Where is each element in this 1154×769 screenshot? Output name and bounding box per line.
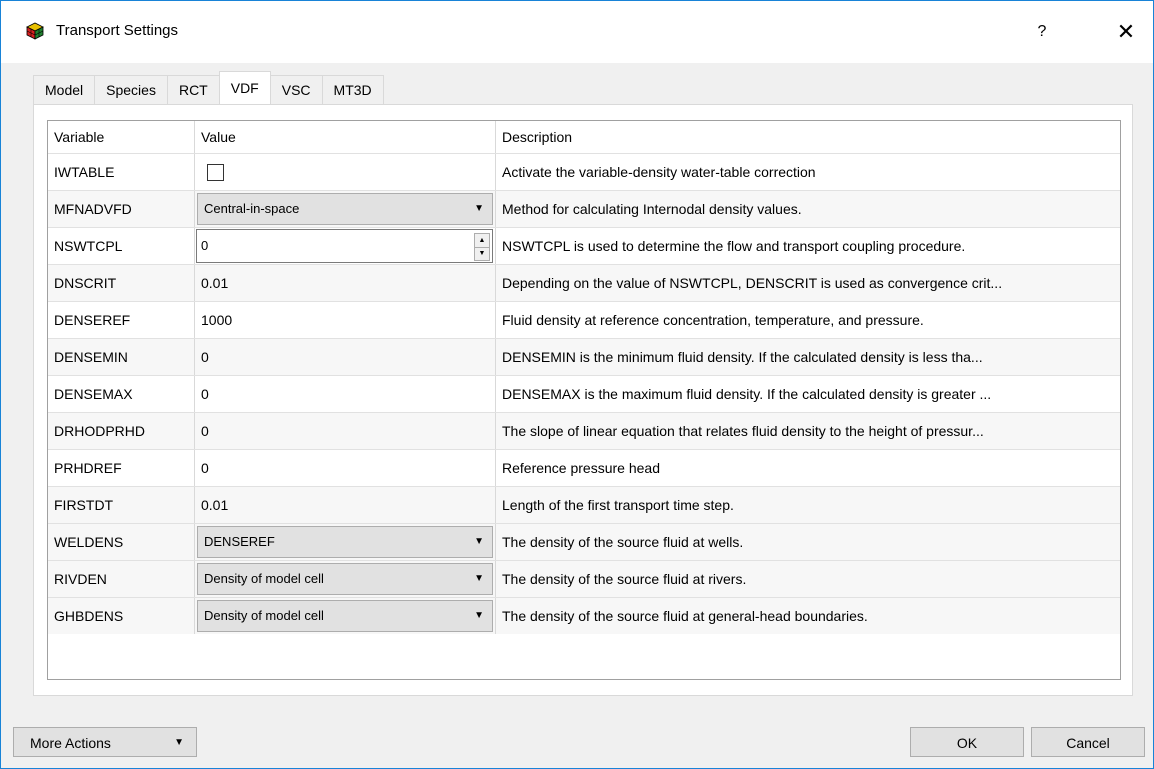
description-cell: The slope of linear equation that relate… [502,423,984,439]
variable-cell: DENSEMIN [48,339,195,375]
description-cell: The density of the source fluid at river… [502,571,747,587]
value-spinbox[interactable]: 0 ▲ ▼ [196,229,493,263]
dropdown-arrow-icon[interactable]: ▼ [474,194,484,224]
table-row: NSWTCPL 0 ▲ ▼ NSWTCPL is used to determine t… [48,227,1120,264]
table-row: DENSEMIN 0 DENSEMIN is the minimum fluid d… [48,338,1120,375]
value-dropdown[interactable]: Density of model cell ▼ [197,563,493,595]
variable-cell: MFNADVFD [48,191,195,227]
description-cell: Method for calculating Internodal densit… [502,201,802,217]
description-cell: Depending on the value of NSWTCPL, DENSC… [502,275,1003,291]
settings-grid: Variable Value Description IWTABLE Activa… [47,120,1121,680]
transport-settings-dialog: Transport Settings ? ✕ Model Species RCT… [0,0,1154,769]
dropdown-arrow-icon[interactable]: ▼ [474,601,484,631]
close-button[interactable]: ✕ [1111,17,1141,47]
header-value[interactable]: Value [195,121,496,153]
spinbox-value: 0 [201,238,209,253]
dropdown-value: DENSEREF [204,534,275,549]
value-dropdown[interactable]: Density of model cell ▼ [197,600,493,632]
value-cell[interactable]: DENSEREF ▼ [195,524,496,560]
variable-cell: DRHODPRHD [48,413,195,449]
tab-bar: Model Species RCT VDF VSC MT3D [33,71,384,104]
title-bar: Transport Settings ? ✕ [1,1,1153,63]
description-cell: DENSEMIN is the minimum fluid density. I… [502,349,983,365]
description-cell: Length of the first transport time step. [502,497,734,513]
chevron-down-icon: ▼ [174,737,184,748]
tab-mt3d[interactable]: MT3D [321,75,384,104]
dialog-title: Transport Settings [56,22,178,39]
more-actions-label: More Actions [30,735,111,751]
value-cell[interactable] [195,154,496,190]
value-cell[interactable]: 0.01 [195,265,496,301]
grid-header: Variable Value Description [48,121,1120,153]
tab-rct[interactable]: RCT [166,75,220,104]
header-variable[interactable]: Variable [48,121,195,153]
value-cell[interactable]: 0 [195,413,496,449]
variable-cell: IWTABLE [48,154,195,190]
help-button[interactable]: ? [1027,17,1057,47]
spin-up-icon[interactable]: ▲ [475,234,489,248]
value-cell[interactable]: 1000 [195,302,496,338]
tab-vsc[interactable]: VSC [269,75,323,104]
table-row: DENSEREF 1000 Fluid density at reference c… [48,301,1120,338]
value-cell[interactable]: 0 [195,450,496,486]
variable-cell: DNSCRIT [48,265,195,301]
table-row: PRHDREF 0 Reference pressure head [48,449,1120,486]
checkbox[interactable] [207,164,224,181]
spin-buttons: ▲ ▼ [474,233,490,261]
description-cell: DENSEMAX is the maximum fluid density. I… [502,386,992,402]
table-row: MFNADVFD Central-in-space ▼ Method for calc… [48,190,1120,227]
variable-cell: DENSEMAX [48,376,195,412]
variable-cell: FIRSTDT [48,487,195,523]
value-cell[interactable]: Central-in-space ▼ [195,191,496,227]
description-cell: NSWTCPL is used to determine the flow an… [502,238,966,254]
table-row: GHBDENS Density of model cell ▼ The density… [48,597,1120,634]
dropdown-value: Central-in-space [204,201,300,216]
tab-model[interactable]: Model [33,75,96,104]
description-cell: Fluid density at reference concentration… [502,312,924,328]
more-actions-button[interactable]: More Actions ▼ [13,727,197,757]
header-description[interactable]: Description [496,121,1120,153]
variable-cell: NSWTCPL [48,228,195,264]
table-row: FIRSTDT 0.01 Length of the first transport… [48,486,1120,523]
spin-down-icon[interactable]: ▼ [475,247,489,260]
dropdown-value: Density of model cell [204,571,324,586]
value-cell[interactable]: 0 [195,339,496,375]
value-cell[interactable]: 0.01 [195,487,496,523]
vdf-tab-panel: Variable Value Description IWTABLE Activa… [33,104,1133,696]
description-cell: Reference pressure head [502,460,660,476]
table-row: DRHODPRHD 0 The slope of linear equation t… [48,412,1120,449]
value-cell[interactable]: 0 ▲ ▼ [195,228,496,264]
value-cell[interactable]: 0 [195,376,496,412]
app-cube-icon [26,22,44,40]
value-cell[interactable]: Density of model cell ▼ [195,561,496,597]
ok-button[interactable]: OK [910,727,1024,757]
dropdown-value: Density of model cell [204,608,324,623]
variable-cell: RIVDEN [48,561,195,597]
tab-vdf[interactable]: VDF [218,71,271,104]
description-cell: Activate the variable-density water-tabl… [502,164,816,180]
tab-species[interactable]: Species [94,75,168,104]
table-row: WELDENS DENSEREF ▼ The density of the sourc… [48,523,1120,560]
table-row: IWTABLE Activate the variable-density wat… [48,153,1120,190]
variable-cell: DENSEREF [48,302,195,338]
value-dropdown[interactable]: DENSEREF ▼ [197,526,493,558]
dropdown-arrow-icon[interactable]: ▼ [474,564,484,594]
variable-cell: PRHDREF [48,450,195,486]
description-cell: The density of the source fluid at wells… [502,534,744,550]
table-row: DNSCRIT 0.01 Depending on the value of NSW… [48,264,1120,301]
variable-cell: WELDENS [48,524,195,560]
cancel-button[interactable]: Cancel [1031,727,1145,757]
value-dropdown[interactable]: Central-in-space ▼ [197,193,493,225]
variable-cell: GHBDENS [48,598,195,634]
table-row: RIVDEN Density of model cell ▼ The density … [48,560,1120,597]
table-row: DENSEMAX 0 DENSEMAX is the maximum fluid d… [48,375,1120,412]
value-cell[interactable]: Density of model cell ▼ [195,598,496,634]
description-cell: The density of the source fluid at gener… [502,608,868,624]
dropdown-arrow-icon[interactable]: ▼ [474,527,484,557]
